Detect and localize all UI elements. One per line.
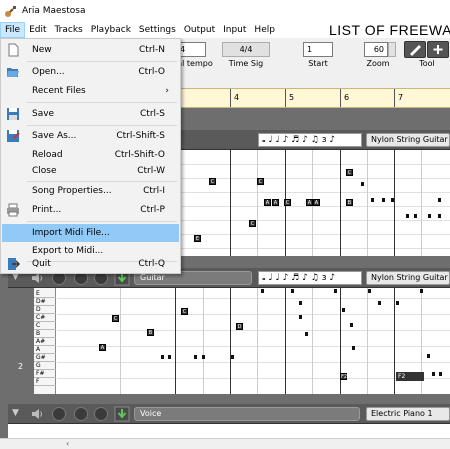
menu-item-quit[interactable]: Quit Ctrl-Q — [2, 255, 179, 273]
menu-edit[interactable]: Edit — [25, 22, 50, 38]
measure-number: 2 — [18, 362, 24, 371]
note-block[interactable]: A — [313, 199, 320, 206]
note-block[interactable]: A — [272, 199, 279, 206]
menu-output[interactable]: Output — [180, 22, 219, 38]
menu-item-close[interactable]: Close Ctrl-W — [2, 162, 179, 180]
open-folder-icon — [7, 68, 19, 77]
menu-item-open[interactable]: Open... Ctrl-O — [2, 63, 179, 81]
menu-item-import-midi[interactable]: Import Midi File... — [2, 224, 179, 242]
start-label: Start — [308, 59, 328, 68]
note-block[interactable]: C — [181, 308, 188, 315]
new-file-icon — [8, 43, 19, 57]
key-label: D — [34, 306, 56, 314]
save-as-icon — [7, 130, 20, 142]
pencil-tool-button[interactable] — [404, 41, 426, 58]
key-label: C# — [34, 314, 56, 322]
time-sig-label: Time Sig — [228, 59, 264, 68]
menu-item-song-properties[interactable]: Song Properties... Ctrl-I — [2, 182, 179, 200]
start-field[interactable]: 1 — [303, 42, 333, 57]
measure-6: 6 — [340, 89, 394, 107]
key-label: D# — [34, 298, 56, 306]
menu-input[interactable]: Input — [219, 22, 250, 38]
title-bar: Aria Maestosa — [0, 0, 450, 22]
note-block[interactable]: C — [284, 199, 291, 206]
measure-4: 4 — [230, 89, 284, 107]
mute-knob[interactable] — [74, 407, 88, 421]
download-arrow-icon[interactable] — [114, 406, 130, 422]
note-block[interactable]: C — [209, 178, 216, 185]
note-block[interactable]: C — [257, 178, 264, 185]
note-duration-picker[interactable]: 𝅝 ♩ ♩ ♪ ♬ ♪ ♫ ɜ ♪ — [258, 271, 362, 285]
note-block[interactable]: A — [99, 344, 106, 351]
speaker-icon[interactable] — [30, 407, 44, 421]
record-knob[interactable] — [94, 407, 108, 421]
plus-icon — [433, 45, 443, 54]
key-label: A# — [34, 338, 56, 346]
track-2-instrument[interactable]: Nylon String Guitar — [366, 271, 450, 285]
measure-7: 7 — [394, 89, 450, 107]
menu-file[interactable]: File — [0, 22, 26, 38]
note-block[interactable]: B — [147, 329, 154, 336]
key-label: E — [34, 290, 56, 298]
note-block[interactable]: F2 — [340, 373, 347, 380]
key-label: G — [34, 362, 56, 370]
banner-text: LIST OF FREEWARE — [329, 22, 450, 38]
printer-icon — [7, 203, 19, 217]
measure-5: 5 — [285, 89, 340, 107]
note-duration-picker[interactable]: 𝅝 ♩ ♩ ♪ ♬ ♪ ♫ ɜ ♪ — [258, 133, 362, 147]
menu-item-new[interactable]: New Ctrl-N — [2, 41, 179, 59]
file-menu-dropdown: New Ctrl-N Open... Ctrl-O Recent Files ›… — [0, 38, 181, 274]
quit-icon — [8, 258, 20, 270]
note-block[interactable]: C — [249, 220, 256, 227]
key-label: B — [34, 330, 56, 338]
track-3-piano-roll[interactable] — [8, 424, 450, 438]
zoom-field[interactable]: 60 — [364, 42, 388, 57]
key-label: G# — [34, 354, 56, 362]
menu-item-save[interactable]: Save Ctrl-S — [2, 105, 179, 123]
scroll-left-arrow-icon[interactable]: ‹ — [66, 439, 69, 448]
time-sig-button[interactable]: 4/4 — [222, 42, 270, 57]
pencil-icon — [410, 45, 421, 56]
note-block[interactable]: C — [112, 315, 119, 322]
tool-label: Tool — [419, 59, 435, 68]
menu-help[interactable]: Help — [250, 22, 279, 38]
collapse-triangle-icon[interactable]: ▼ — [12, 408, 19, 418]
submenu-arrow-icon: › — [165, 86, 169, 96]
menu-item-recent-files[interactable]: Recent Files › — [2, 82, 179, 100]
note-block[interactable]: D — [236, 323, 243, 330]
menu-tracks[interactable]: Tracks — [51, 22, 87, 38]
note-block[interactable]: E — [194, 235, 201, 242]
menu-item-print[interactable]: Print... Ctrl-P — [2, 201, 179, 219]
track-3-header: ▼ Voice Electric Piano 1 — [8, 404, 450, 424]
key-label: A — [34, 346, 56, 354]
horizontal-scrollbar[interactable]: ‹ — [0, 438, 450, 449]
note-block[interactable]: B — [346, 199, 353, 206]
save-icon — [7, 108, 19, 120]
add-tool-button[interactable] — [427, 41, 449, 58]
key-label: F — [34, 378, 56, 386]
key-label: F# — [34, 370, 56, 378]
note-block[interactable]: A — [306, 199, 313, 206]
window-title: Aria Maestosa — [22, 6, 86, 16]
note-block[interactable]: A — [264, 199, 271, 206]
note-block[interactable]: C — [346, 169, 353, 176]
menu-item-save-as[interactable]: Save As... Ctrl-Shift-S — [2, 127, 179, 145]
track-3-name[interactable]: Voice — [134, 407, 360, 421]
key-label: C — [34, 322, 56, 330]
track-3-instrument[interactable]: Electric Piano 1 — [366, 407, 450, 421]
solo-knob[interactable] — [52, 407, 66, 421]
app-guitar-icon — [5, 6, 16, 17]
track-1-instrument[interactable]: Nylon String Guitar — [366, 133, 450, 147]
piano-keys: E D# D C# C B A# A G# G F# F — [34, 288, 56, 394]
note-block-long[interactable]: F2 — [396, 372, 424, 381]
zoom-spinner[interactable] — [388, 42, 396, 57]
menu-settings[interactable]: Settings — [135, 22, 180, 38]
menu-playback[interactable]: Playback — [87, 22, 135, 38]
track-2-piano-roll[interactable]: E D# D C# C B A# A G# G F# F 2 C A B C D… — [8, 288, 450, 394]
zoom-label: Zoom — [366, 59, 390, 68]
